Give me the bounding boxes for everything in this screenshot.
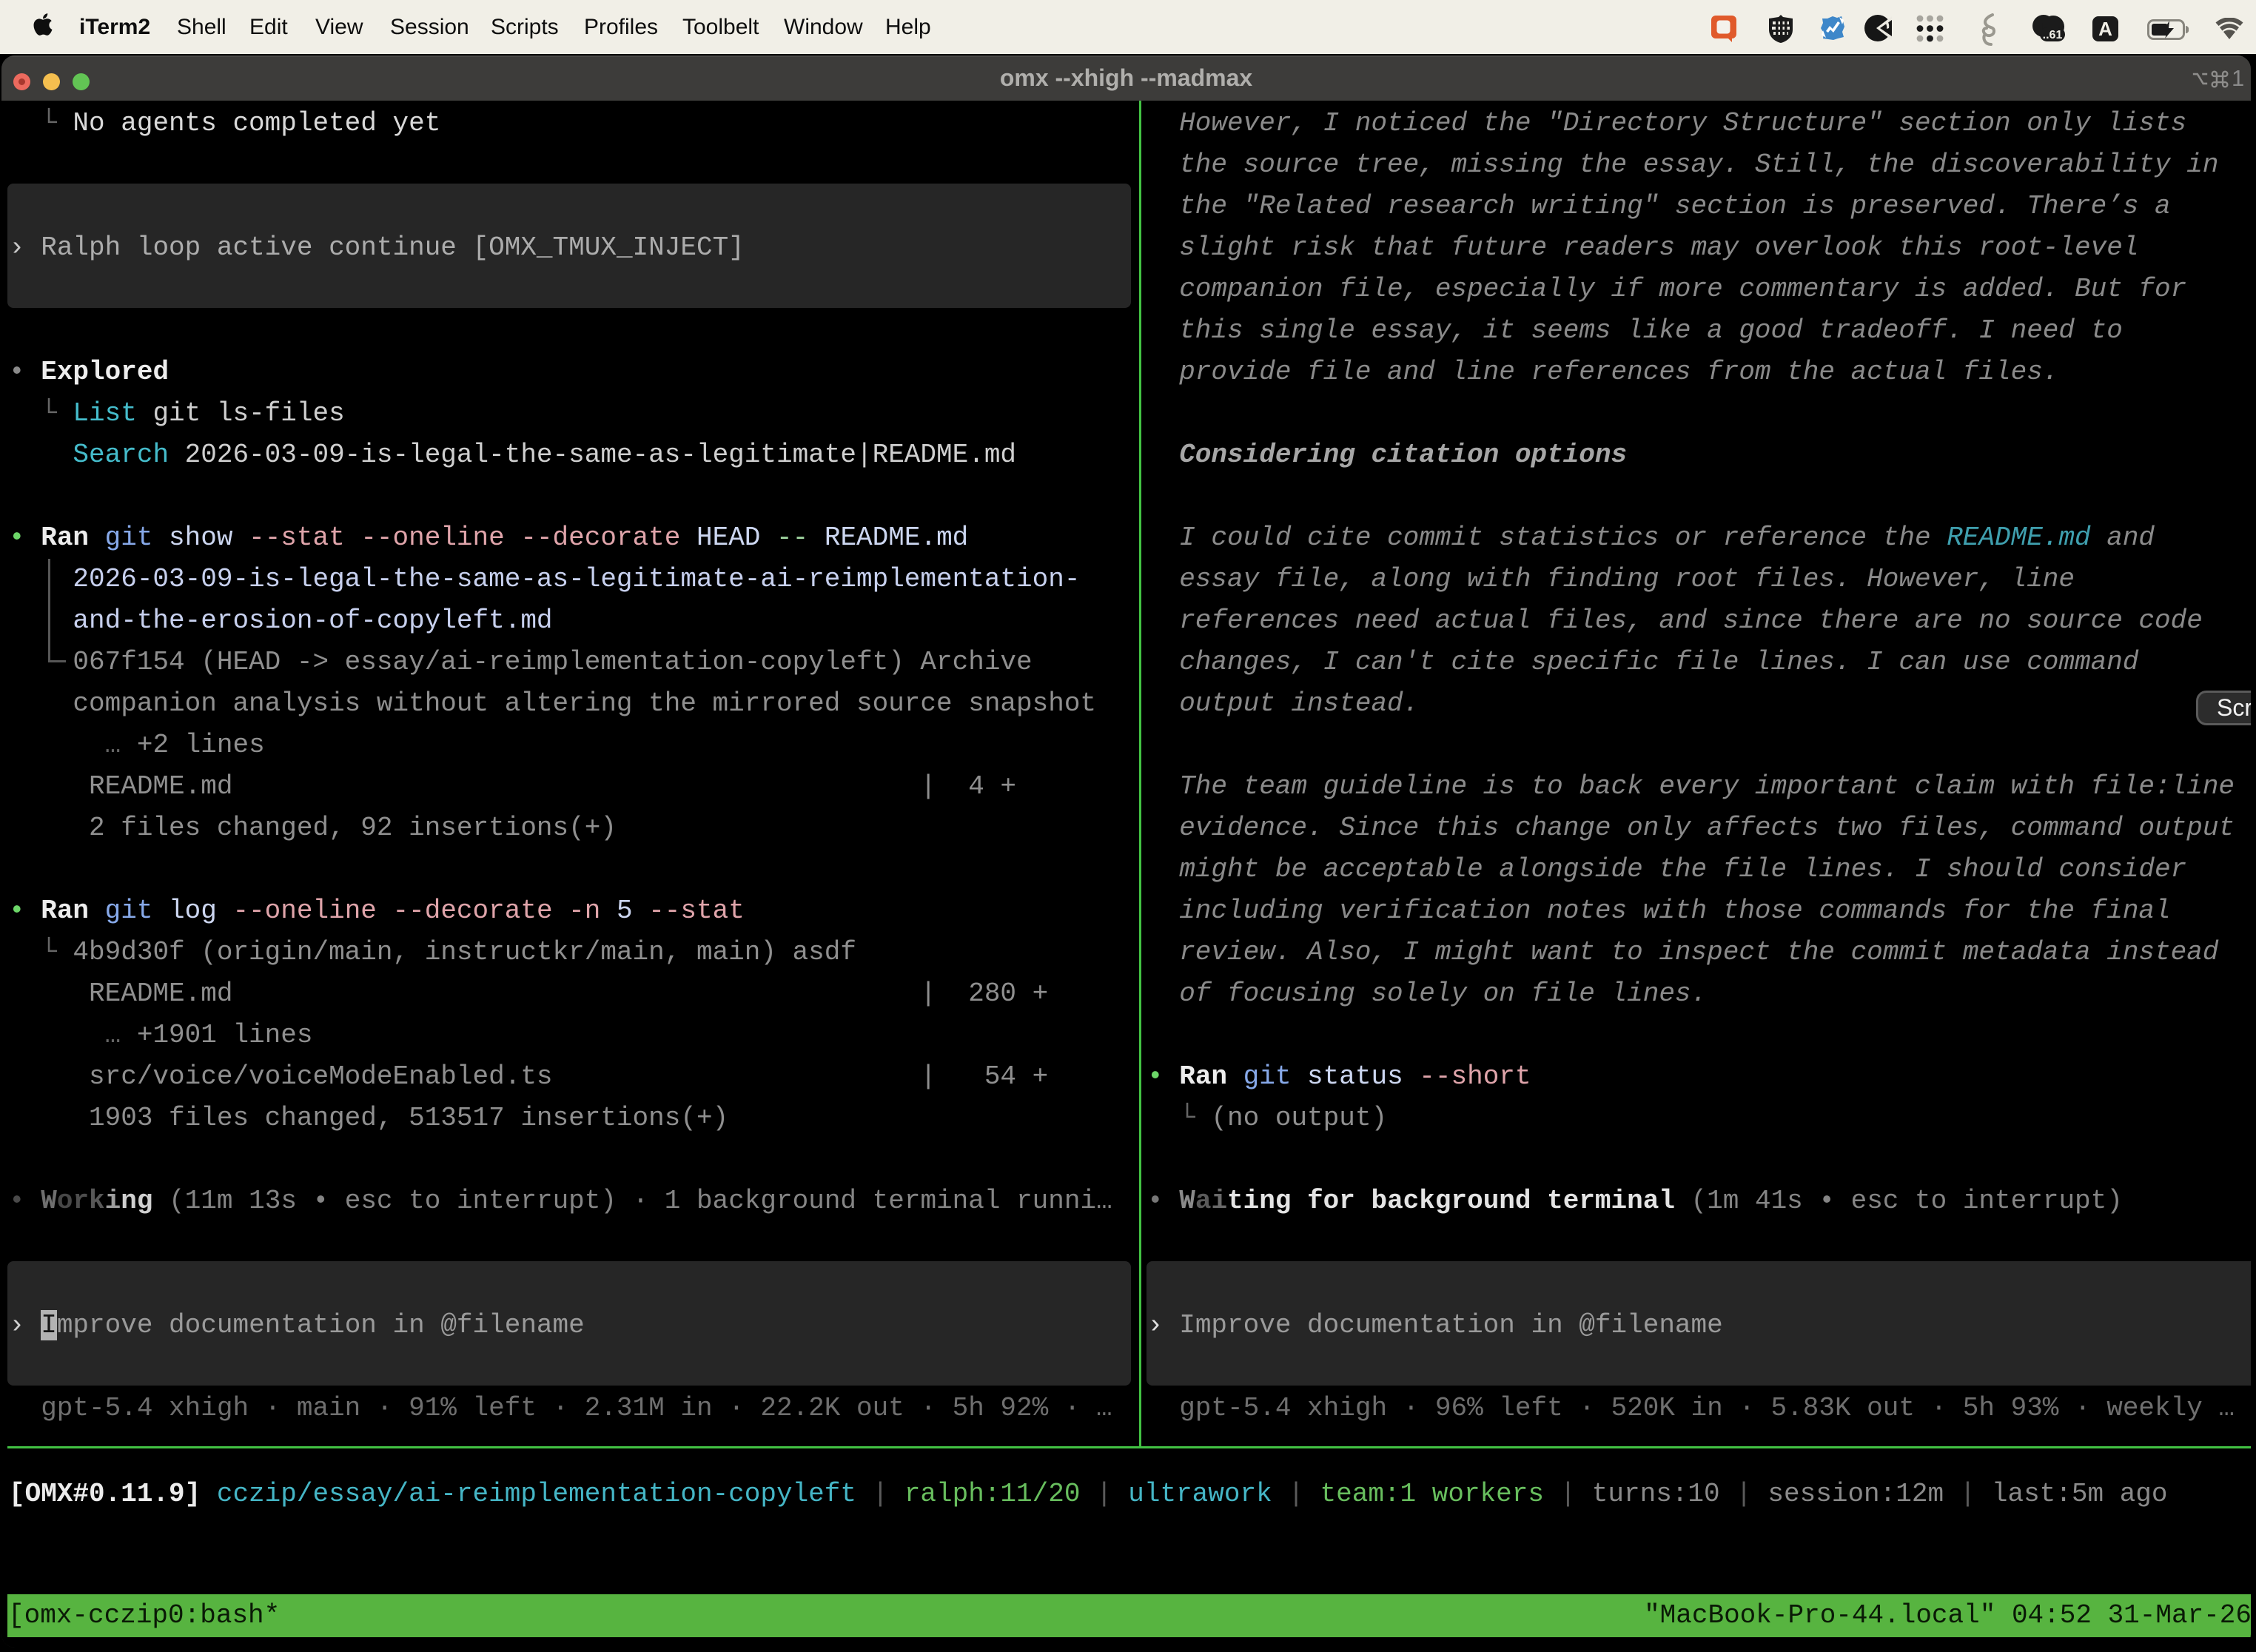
svg-text:A: A — [2098, 18, 2112, 40]
svg-text:..61: ..61 — [2043, 29, 2063, 41]
